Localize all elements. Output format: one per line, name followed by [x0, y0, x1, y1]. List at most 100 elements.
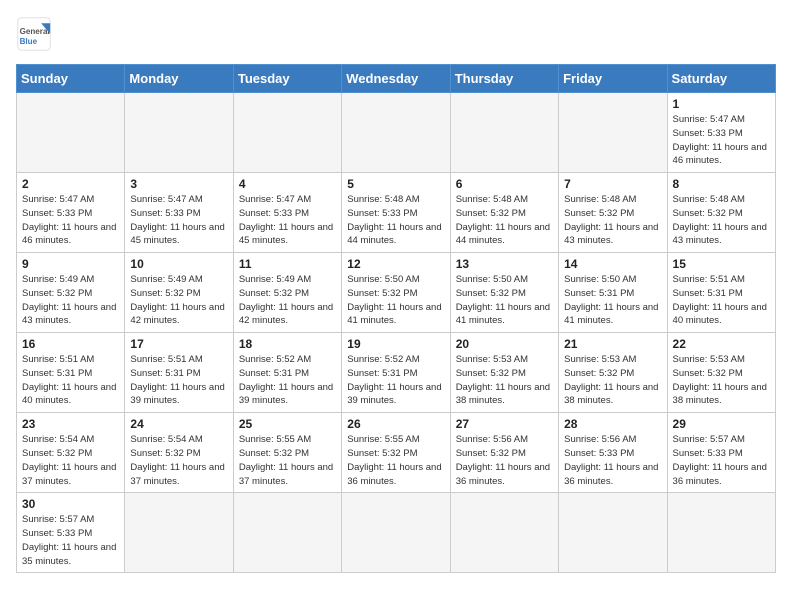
calendar-cell: 27 Sunrise: 5:56 AMSunset: 5:32 PMDayligh… [450, 413, 558, 493]
day-info: Sunrise: 5:50 AMSunset: 5:31 PMDaylight:… [564, 273, 661, 328]
day-number: 13 [456, 257, 553, 271]
day-info: Sunrise: 5:52 AMSunset: 5:31 PMDaylight:… [347, 353, 444, 408]
day-number: 27 [456, 417, 553, 431]
calendar-cell: 23Sunrise: 5:54 AMSunset: 5:32 PMDayligh… [17, 413, 125, 493]
day-info: Sunrise: 5:47 AMSunset: 5:33 PMDaylight:… [130, 193, 227, 248]
day-info: Sunrise: 5:56 AMSunset: 5:32 PMDaylight:… [456, 433, 553, 488]
weekday-header-saturday: Saturday [667, 65, 775, 93]
day-number: 8 [673, 177, 770, 191]
day-number: 3 [130, 177, 227, 191]
calendar-cell [233, 93, 341, 173]
calendar-cell [559, 93, 667, 173]
day-number: 2 [22, 177, 119, 191]
weekday-header-row: SundayMondayTuesdayWednesdayThursdayFrid… [17, 65, 776, 93]
day-number: 10 [130, 257, 227, 271]
calendar-week-5: 23Sunrise: 5:54 AMSunset: 5:32 PMDayligh… [17, 413, 776, 493]
day-info: Sunrise: 5:48 AMSunset: 5:32 PMDaylight:… [456, 193, 553, 248]
day-number: 15 [673, 257, 770, 271]
day-number: 26 [347, 417, 444, 431]
day-info: Sunrise: 5:51 AMSunset: 5:31 PMDaylight:… [673, 273, 770, 328]
weekday-header-wednesday: Wednesday [342, 65, 450, 93]
day-number: 12 [347, 257, 444, 271]
day-number: 9 [22, 257, 119, 271]
weekday-header-sunday: Sunday [17, 65, 125, 93]
svg-text:General: General [20, 27, 50, 36]
calendar-cell: 9Sunrise: 5:49 AMSunset: 5:32 PMDaylight… [17, 253, 125, 333]
calendar-cell [342, 493, 450, 573]
day-number: 16 [22, 337, 119, 351]
calendar-cell: 7 Sunrise: 5:48 AMSunset: 5:32 PMDaylight… [559, 173, 667, 253]
calendar-cell: 16 Sunrise: 5:51 AMSunset: 5:31 PMDayligh… [17, 333, 125, 413]
day-info: Sunrise: 5:50 AMSunset: 5:32 PMDaylight:… [456, 273, 553, 328]
day-info: Sunrise: 5:50 AMSunset: 5:32 PMDaylight:… [347, 273, 444, 328]
day-number: 20 [456, 337, 553, 351]
calendar-cell: 12 Sunrise: 5:50 AMSunset: 5:32 PMDayligh… [342, 253, 450, 333]
calendar-cell: 1 Sunrise: 5:47 AMSunset: 5:33 PMDaylight… [667, 93, 775, 173]
calendar-cell [125, 493, 233, 573]
calendar-cell [450, 493, 558, 573]
weekday-header-monday: Monday [125, 65, 233, 93]
calendar-table: SundayMondayTuesdayWednesdayThursdayFrid… [16, 64, 776, 573]
calendar-cell [342, 93, 450, 173]
calendar-cell: 15 Sunrise: 5:51 AMSunset: 5:31 PMDayligh… [667, 253, 775, 333]
day-number: 1 [673, 97, 770, 111]
weekday-header-friday: Friday [559, 65, 667, 93]
day-info: Sunrise: 5:48 AMSunset: 5:32 PMDaylight:… [564, 193, 661, 248]
calendar-week-3: 9 Sunrise: 5:49 AMSunset: 5:32 PMDaylight… [17, 253, 776, 333]
day-info: Sunrise: 5:53 AMSunset: 5:32 PMDaylight:… [456, 353, 553, 408]
day-info: Sunrise: 5:56 AMSunset: 5:33 PMDaylight:… [564, 433, 661, 488]
calendar-cell [125, 93, 233, 173]
day-info: Sunrise: 5:55 AMSunset: 5:32 PMDaylight:… [347, 433, 444, 488]
day-number: 24 [130, 417, 227, 431]
day-info: Sunrise: 5:53 AMSunset: 5:32 PMDaylight:… [673, 353, 770, 408]
calendar-cell: 20 Sunrise: 5:53 AMSunset: 5:32 PMDayligh… [450, 333, 558, 413]
calendar-week-2: 2 Sunrise: 5:47 AMSunset: 5:33 PMDaylight… [17, 173, 776, 253]
day-info: Sunrise: 5:52 AMSunset: 5:31 PMDaylight:… [239, 353, 336, 408]
calendar-cell: 10 Sunrise: 5:49 AMSunset: 5:32 PMDayligh… [125, 253, 233, 333]
day-number: 4 [239, 177, 336, 191]
day-number: 5 [347, 177, 444, 191]
calendar-cell: 24 Sunrise: 5:54 AMSunset: 5:32 PMDayligh… [125, 413, 233, 493]
calendar-cell: 22Sunrise: 5:53 AMSunset: 5:32 PMDayligh… [667, 333, 775, 413]
day-info: Sunrise: 5:47 AMSunset: 5:33 PMDaylight:… [673, 113, 770, 168]
calendar-cell: 8Sunrise: 5:48 AMSunset: 5:32 PMDaylight… [667, 173, 775, 253]
day-info: Sunrise: 5:55 AMSunset: 5:32 PMDaylight:… [239, 433, 336, 488]
calendar-cell: 14 Sunrise: 5:50 AMSunset: 5:31 PMDayligh… [559, 253, 667, 333]
calendar-cell: 26 Sunrise: 5:55 AMSunset: 5:32 PMDayligh… [342, 413, 450, 493]
day-info: Sunrise: 5:53 AMSunset: 5:32 PMDaylight:… [564, 353, 661, 408]
day-info: Sunrise: 5:49 AMSunset: 5:32 PMDaylight:… [239, 273, 336, 328]
day-number: 25 [239, 417, 336, 431]
calendar-cell: 6 Sunrise: 5:48 AMSunset: 5:32 PMDaylight… [450, 173, 558, 253]
calendar-cell [17, 93, 125, 173]
weekday-header-thursday: Thursday [450, 65, 558, 93]
logo: General Blue [16, 16, 56, 52]
day-number: 6 [456, 177, 553, 191]
day-number: 11 [239, 257, 336, 271]
calendar-cell: 18Sunrise: 5:52 AMSunset: 5:31 PMDayligh… [233, 333, 341, 413]
calendar-week-6: 30Sunrise: 5:57 AMSunset: 5:33 PMDayligh… [17, 493, 776, 573]
svg-text:Blue: Blue [20, 37, 38, 46]
day-number: 7 [564, 177, 661, 191]
day-number: 17 [130, 337, 227, 351]
day-info: Sunrise: 5:47 AMSunset: 5:33 PMDaylight:… [239, 193, 336, 248]
calendar-cell [559, 493, 667, 573]
day-number: 28 [564, 417, 661, 431]
calendar-cell: 19Sunrise: 5:52 AMSunset: 5:31 PMDayligh… [342, 333, 450, 413]
day-info: Sunrise: 5:48 AMSunset: 5:33 PMDaylight:… [347, 193, 444, 248]
page-header: General Blue [16, 16, 776, 52]
day-info: Sunrise: 5:54 AMSunset: 5:32 PMDaylight:… [22, 433, 119, 488]
day-number: 21 [564, 337, 661, 351]
day-info: Sunrise: 5:51 AMSunset: 5:31 PMDaylight:… [22, 353, 119, 408]
calendar-cell: 28 Sunrise: 5:56 AMSunset: 5:33 PMDayligh… [559, 413, 667, 493]
calendar-cell: 11 Sunrise: 5:49 AMSunset: 5:32 PMDayligh… [233, 253, 341, 333]
day-info: Sunrise: 5:49 AMSunset: 5:32 PMDaylight:… [130, 273, 227, 328]
day-info: Sunrise: 5:54 AMSunset: 5:32 PMDaylight:… [130, 433, 227, 488]
day-number: 29 [673, 417, 770, 431]
calendar-cell: 4 Sunrise: 5:47 AMSunset: 5:33 PMDaylight… [233, 173, 341, 253]
calendar-week-1: 1 Sunrise: 5:47 AMSunset: 5:33 PMDaylight… [17, 93, 776, 173]
weekday-header-tuesday: Tuesday [233, 65, 341, 93]
calendar-cell: 25 Sunrise: 5:55 AMSunset: 5:32 PMDayligh… [233, 413, 341, 493]
calendar-cell [450, 93, 558, 173]
day-number: 14 [564, 257, 661, 271]
calendar-cell: 3 Sunrise: 5:47 AMSunset: 5:33 PMDaylight… [125, 173, 233, 253]
